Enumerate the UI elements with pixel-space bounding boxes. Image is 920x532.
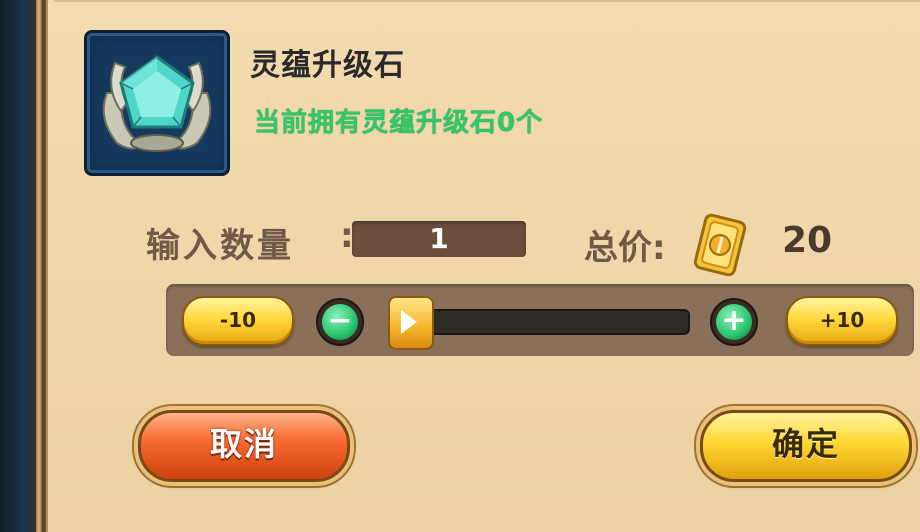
quantity-label: 输入数量 xyxy=(146,226,294,266)
increment-button[interactable]: + xyxy=(710,298,758,346)
quantity-input[interactable]: 1 xyxy=(352,221,526,257)
minus-icon: − xyxy=(322,304,358,340)
crystal-gem-icon xyxy=(84,30,230,176)
plus-10-button[interactable]: +10 xyxy=(786,296,898,346)
minus-10-button[interactable]: -10 xyxy=(182,296,294,346)
window-frame-left xyxy=(0,0,46,532)
item-name: 灵蕴升级石 xyxy=(250,48,405,83)
cancel-button[interactable]: 取消 xyxy=(138,410,350,482)
decrement-button[interactable]: − xyxy=(316,298,364,346)
gold-ticket-icon xyxy=(690,212,750,282)
confirm-button[interactable]: 确定 xyxy=(700,410,912,482)
total-price-label: 总价: xyxy=(584,228,666,268)
plus-icon: + xyxy=(716,304,752,340)
slider-handle[interactable] xyxy=(388,296,434,350)
owned-count-text: 当前拥有灵蕴升级石0个 xyxy=(254,108,544,138)
slider-track[interactable] xyxy=(398,309,690,335)
total-price-value: 20 xyxy=(782,220,833,261)
